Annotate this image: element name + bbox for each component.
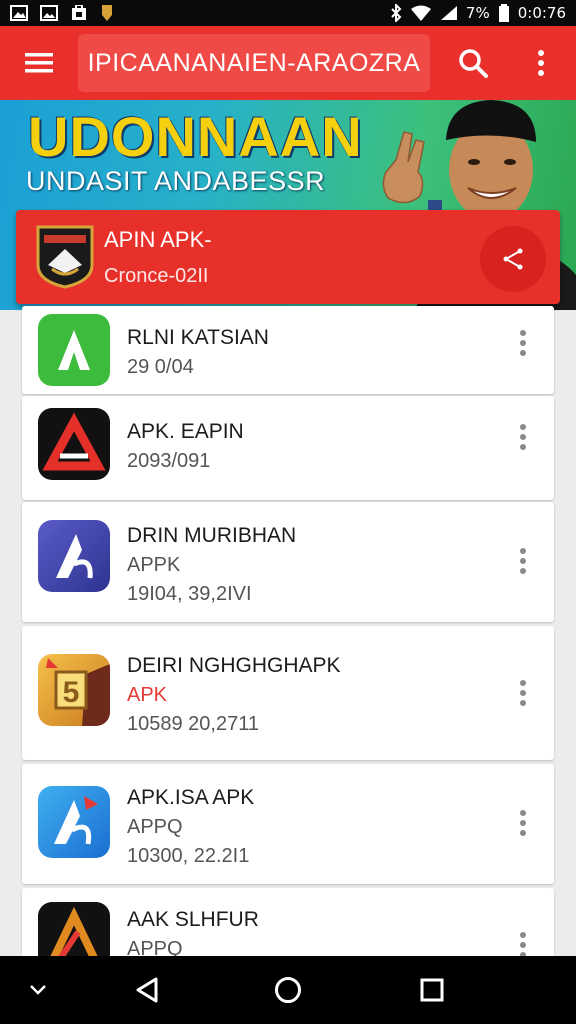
app-lightblue-a-icon	[38, 786, 110, 858]
recents-button[interactable]	[406, 956, 458, 1024]
featured-app-card[interactable]: APIN APK- Cronce-02II	[16, 210, 560, 304]
banner-title: UDONNAAN	[28, 105, 363, 168]
gallery-icon	[10, 5, 28, 21]
bluetooth-icon	[391, 4, 402, 22]
featured-app-name: APIN APK-	[104, 226, 212, 252]
svg-text:5: 5	[63, 676, 80, 709]
bag-icon	[72, 5, 86, 20]
app-title: AAK SLHFUR	[127, 908, 259, 931]
more-vert-icon	[520, 680, 526, 706]
app-title: IPICAANANAIEN-ARAOZRA	[78, 34, 430, 92]
more-vert-icon	[520, 932, 526, 958]
more-vert-icon	[538, 50, 544, 76]
more-vert-icon	[520, 330, 526, 356]
app-title: RLNI KATSIAN	[127, 326, 269, 349]
item-more-button[interactable]	[510, 546, 536, 576]
app-blue-a-icon	[38, 520, 110, 592]
app-title: DRIN MURIBHAN	[127, 524, 297, 547]
wifi-icon	[410, 5, 431, 21]
back-icon	[136, 977, 158, 1003]
system-nav-bar	[0, 956, 576, 1024]
app-bar: IPICAANANAIEN-ARAOZRA	[0, 26, 576, 100]
home-button[interactable]	[262, 956, 314, 1024]
search-button[interactable]	[430, 26, 516, 100]
more-vert-icon	[520, 548, 526, 574]
list-item[interactable]: 5 DEIRI NGHGHGHAPK APK 10589 20,2711	[22, 626, 554, 760]
app-date: 10589 20,2711	[127, 713, 259, 735]
status-bar: 7% 0:0:76	[0, 0, 576, 26]
app-type: APK	[127, 684, 168, 706]
app-date: 2093/091	[127, 450, 211, 472]
chevron-down-icon	[30, 985, 46, 995]
app-date: 10300, 22.2I1	[127, 845, 250, 867]
app-title: APK.ISA APK	[127, 786, 255, 809]
hide-keyboard-button[interactable]	[18, 956, 58, 1024]
app-green-a-icon	[38, 314, 110, 386]
home-icon	[275, 977, 301, 1003]
app-gold-five-icon: 5	[38, 654, 110, 726]
list-item[interactable]: APK.ISA APK APPQ 10300, 22.2I1	[22, 764, 554, 884]
back-button[interactable]	[122, 956, 172, 1024]
app-title: APK. EAPIN	[127, 420, 244, 443]
status-time: 0:0:76	[517, 4, 566, 22]
item-more-button[interactable]	[510, 328, 536, 358]
list-item[interactable]: DRIN MURIBHAN APPK 19I04, 39,2IVI	[22, 502, 554, 622]
app-type: APPK	[127, 554, 181, 576]
list-item[interactable]: RLNI KATSIAN 29 0/04	[22, 306, 554, 394]
search-icon	[459, 49, 488, 78]
shield-notification-icon	[102, 5, 112, 21]
share-button[interactable]	[480, 226, 546, 292]
featured-app-date: Cronce-02II	[104, 264, 209, 287]
item-more-button[interactable]	[510, 422, 536, 452]
app-date: 29 0/04	[127, 356, 194, 378]
recents-icon	[420, 978, 444, 1002]
battery-icon	[498, 4, 509, 22]
list-item[interactable]: APK. EAPIN 2093/091	[22, 396, 554, 500]
app-type: APPQ	[127, 816, 183, 838]
signal-icon	[440, 6, 457, 20]
item-more-button[interactable]	[510, 678, 536, 708]
featured-app-logo-icon	[36, 225, 94, 289]
app-date: 19I04, 39,2IVI	[127, 583, 252, 605]
menu-button[interactable]	[0, 26, 78, 100]
overflow-menu-button[interactable]	[516, 26, 566, 100]
menu-icon	[25, 53, 53, 73]
banner-subtitle: UNDASIT ANDABESSR	[26, 166, 326, 196]
app-red-triangle-icon	[38, 408, 110, 480]
more-vert-icon	[520, 424, 526, 450]
battery-percent: 7%	[465, 4, 490, 22]
image-icon	[40, 5, 58, 21]
app-title: DEIRI NGHGHGHAPK	[127, 654, 341, 677]
more-vert-icon	[520, 810, 526, 836]
share-icon	[503, 248, 523, 270]
item-more-button[interactable]	[510, 808, 536, 838]
